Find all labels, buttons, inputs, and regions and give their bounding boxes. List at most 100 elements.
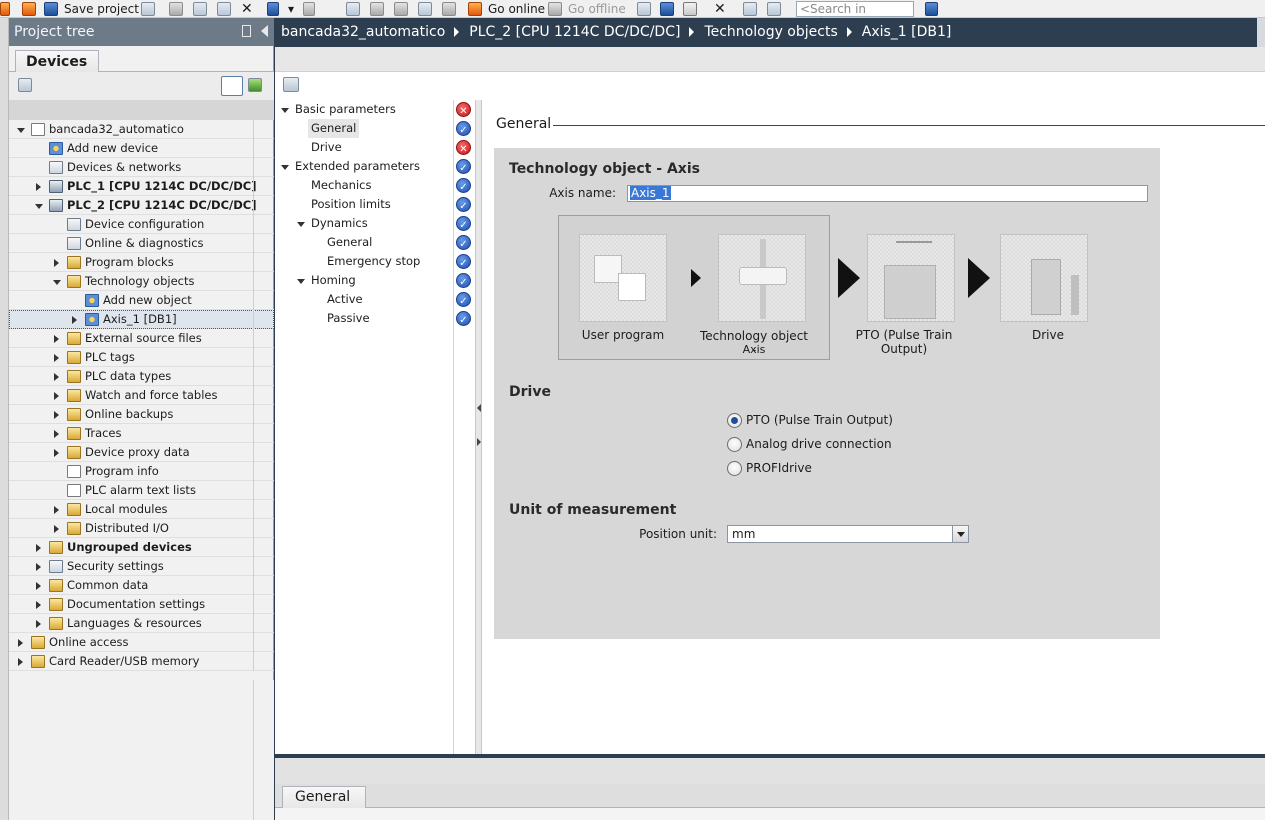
tree-item[interactable]: Documentation settings bbox=[9, 595, 274, 614]
nav-item[interactable]: Dynamics bbox=[275, 214, 475, 235]
save-project-button[interactable]: Save project bbox=[44, 1, 139, 16]
tree-item[interactable]: Axis_1 [DB1] bbox=[9, 310, 274, 329]
radio-profidrive-label[interactable]: PROFIdrive bbox=[746, 461, 812, 475]
tree-item[interactable]: Local modules bbox=[9, 500, 274, 519]
expanded-arrow-icon[interactable] bbox=[297, 222, 305, 227]
radio-pto-label[interactable]: PTO (Pulse Train Output) bbox=[746, 413, 893, 427]
tree-item[interactable]: Technology objects bbox=[9, 272, 274, 291]
cut-icon[interactable] bbox=[169, 1, 183, 16]
tree-item[interactable]: Add new object bbox=[9, 291, 274, 310]
tree-item[interactable]: Device proxy data bbox=[9, 443, 274, 462]
navigation-splitter[interactable] bbox=[475, 100, 482, 754]
tree-item[interactable]: PLC alarm text lists bbox=[9, 481, 274, 500]
new-group-icon[interactable] bbox=[18, 78, 32, 92]
nav-item[interactable]: General bbox=[275, 233, 475, 254]
upload-icon[interactable] bbox=[394, 1, 408, 16]
delete-icon[interactable]: ✕ bbox=[241, 1, 253, 17]
collapsed-arrow-icon[interactable] bbox=[54, 449, 59, 457]
tree-item[interactable]: Common data bbox=[9, 576, 274, 595]
collapse-left-icon[interactable] bbox=[261, 25, 268, 37]
tree-item[interactable]: Online access bbox=[9, 633, 274, 652]
cross-reference-icon[interactable]: ✕ bbox=[714, 1, 726, 17]
tree-item[interactable]: PLC tags bbox=[9, 348, 274, 367]
tree-item[interactable]: Card Reader/USB memory bbox=[9, 652, 274, 671]
tree-item[interactable]: Devices & networks bbox=[9, 158, 274, 177]
collapsed-arrow-icon[interactable] bbox=[36, 563, 41, 571]
breadcrumb-item-axis[interactable]: Axis_1 [DB1] bbox=[862, 24, 952, 40]
tree-item[interactable]: Device configuration bbox=[9, 215, 274, 234]
collapsed-arrow-icon[interactable] bbox=[36, 620, 41, 628]
split-vertical-icon[interactable] bbox=[767, 1, 781, 16]
expanded-arrow-icon[interactable] bbox=[281, 165, 289, 170]
radio-pto[interactable] bbox=[727, 413, 742, 428]
overview-view-icon[interactable] bbox=[221, 76, 243, 96]
nav-item[interactable]: Homing bbox=[275, 271, 475, 292]
collapsed-arrow-icon[interactable] bbox=[54, 259, 59, 267]
tree-item[interactable]: PLC_2 [CPU 1214C DC/DC/DC] bbox=[9, 196, 274, 215]
stop-cpu-icon[interactable] bbox=[683, 1, 697, 16]
tree-item[interactable]: bancada32_automatico bbox=[9, 120, 274, 139]
tree-item[interactable]: Languages & resources bbox=[9, 614, 274, 633]
function-view-icon[interactable] bbox=[283, 77, 299, 92]
undo-icon[interactable] bbox=[267, 1, 279, 16]
breadcrumb-item-technology-objects[interactable]: Technology objects bbox=[704, 24, 837, 40]
copy-icon[interactable] bbox=[193, 1, 207, 16]
breadcrumb-item-project[interactable]: bancada32_automatico bbox=[281, 24, 445, 40]
accessible-devices-icon[interactable] bbox=[637, 1, 651, 16]
tree-item[interactable]: Program info bbox=[9, 462, 274, 481]
radio-profidrive[interactable] bbox=[727, 461, 742, 476]
expanded-arrow-icon[interactable] bbox=[17, 128, 25, 133]
redo-icon[interactable] bbox=[303, 1, 315, 16]
start-cpu-icon[interactable] bbox=[660, 1, 674, 16]
collapsed-arrow-icon[interactable] bbox=[36, 544, 41, 552]
splitter-collapse-icon[interactable] bbox=[477, 404, 481, 412]
radio-analog-drive-label[interactable]: Analog drive connection bbox=[746, 437, 892, 451]
search-input[interactable]: <Search in project> bbox=[796, 1, 914, 30]
go-online-button[interactable]: Go online bbox=[468, 1, 545, 16]
refresh-icon[interactable] bbox=[248, 78, 262, 92]
nav-item[interactable]: Drive bbox=[275, 138, 475, 159]
nav-item[interactable]: Emergency stop bbox=[275, 252, 475, 273]
splitter-expand-icon[interactable] bbox=[477, 438, 481, 446]
undo-dropdown-icon[interactable]: ▾ bbox=[288, 1, 294, 16]
collapsed-arrow-icon[interactable] bbox=[36, 601, 41, 609]
tab-general[interactable]: General bbox=[282, 786, 366, 808]
download-ps-icon[interactable] bbox=[442, 1, 456, 16]
nav-item[interactable]: General bbox=[275, 119, 475, 140]
collapsed-arrow-icon[interactable] bbox=[54, 335, 59, 343]
tree-item[interactable]: Online & diagnostics bbox=[9, 234, 274, 253]
collapsed-arrow-icon[interactable] bbox=[18, 639, 23, 647]
collapsed-arrow-icon[interactable] bbox=[54, 506, 59, 514]
start-simulation-icon[interactable] bbox=[418, 1, 432, 16]
search-binoculars-icon[interactable] bbox=[925, 1, 938, 16]
tree-item[interactable]: Watch and force tables bbox=[9, 386, 274, 405]
tree-item[interactable]: Distributed I/O bbox=[9, 519, 274, 538]
compile-icon[interactable] bbox=[346, 1, 360, 16]
collapsed-arrow-icon[interactable] bbox=[72, 316, 77, 324]
tree-item[interactable]: PLC_1 [CPU 1214C DC/DC/DC] bbox=[9, 177, 274, 196]
tree-item[interactable]: Program blocks bbox=[9, 253, 274, 272]
expanded-arrow-icon[interactable] bbox=[281, 108, 289, 113]
tree-item[interactable]: Ungrouped devices bbox=[9, 538, 274, 557]
collapsed-arrow-icon[interactable] bbox=[36, 183, 41, 191]
breadcrumb-item-plc[interactable]: PLC_2 [CPU 1214C DC/DC/DC] bbox=[469, 24, 680, 40]
nav-item[interactable]: Active bbox=[275, 290, 475, 311]
open-project-icon[interactable] bbox=[0, 1, 10, 16]
nav-item[interactable]: Passive bbox=[275, 309, 475, 330]
position-unit-select[interactable]: mm bbox=[727, 525, 969, 543]
pin-icon[interactable] bbox=[242, 25, 251, 37]
expanded-arrow-icon[interactable] bbox=[35, 204, 43, 209]
radio-analog-drive[interactable] bbox=[727, 437, 742, 452]
collapsed-arrow-icon[interactable] bbox=[18, 658, 23, 666]
collapsed-arrow-icon[interactable] bbox=[54, 525, 59, 533]
tab-devices[interactable]: Devices bbox=[15, 50, 99, 72]
open-folder-icon[interactable] bbox=[22, 1, 36, 16]
expanded-arrow-icon[interactable] bbox=[53, 280, 61, 285]
chevron-down-icon[interactable] bbox=[952, 526, 968, 542]
tree-item[interactable]: Traces bbox=[9, 424, 274, 443]
axis-name-input[interactable]: Axis_1 bbox=[627, 185, 1148, 202]
expanded-arrow-icon[interactable] bbox=[297, 279, 305, 284]
tree-item[interactable]: External source files bbox=[9, 329, 274, 348]
tree-item[interactable]: PLC data types bbox=[9, 367, 274, 386]
collapsed-arrow-icon[interactable] bbox=[54, 430, 59, 438]
